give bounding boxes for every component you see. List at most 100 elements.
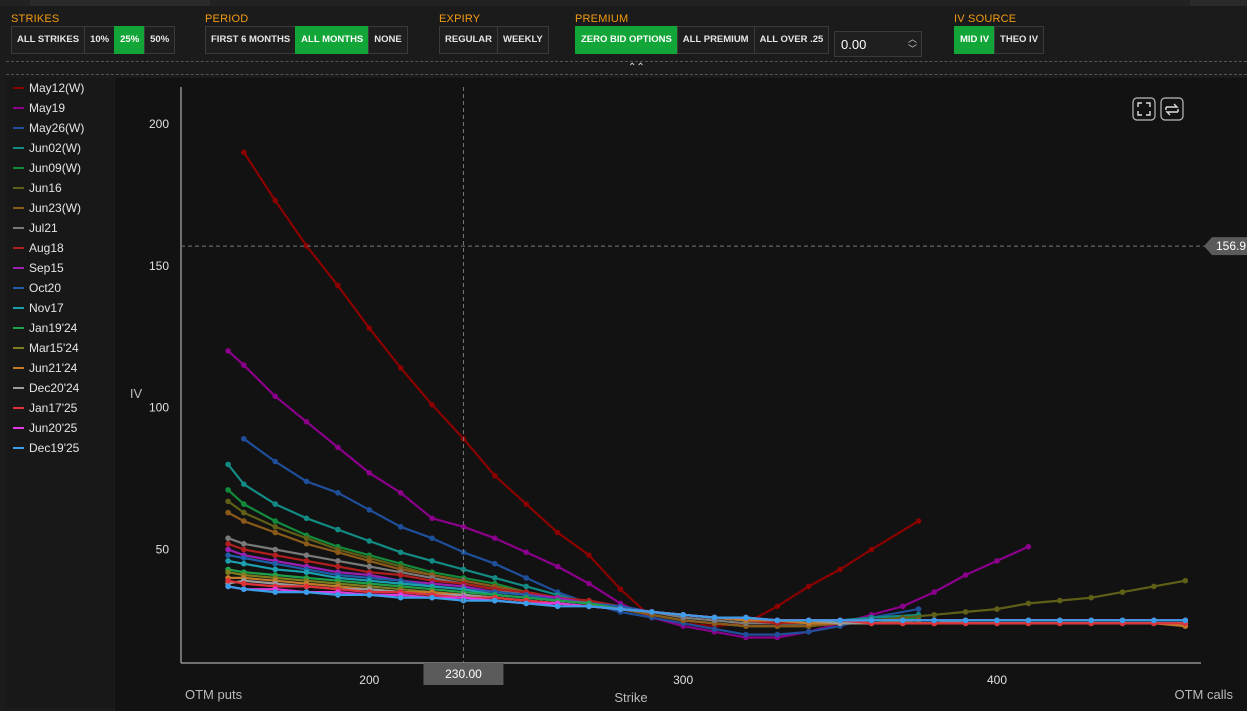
data-point[interactable] — [303, 558, 310, 564]
data-point[interactable] — [241, 580, 247, 587]
data-point[interactable] — [366, 325, 373, 331]
period-first6-button[interactable]: FIRST 6 MONTHS — [205, 26, 297, 54]
iv-source-mid-button[interactable]: MID IV — [954, 26, 996, 54]
data-point[interactable] — [303, 419, 310, 425]
data-point[interactable] — [523, 575, 529, 581]
series-line[interactable] — [227, 500, 1186, 628]
data-point[interactable] — [335, 563, 341, 570]
data-point[interactable] — [397, 524, 404, 530]
data-point[interactable] — [272, 529, 278, 536]
data-point[interactable] — [272, 501, 278, 507]
data-point[interactable] — [225, 535, 231, 541]
data-point[interactable] — [272, 458, 278, 465]
data-point[interactable] — [225, 583, 231, 590]
legend-item[interactable]: Jun02(W) — [13, 138, 81, 158]
data-point[interactable] — [586, 580, 592, 587]
data-point[interactable] — [366, 563, 373, 570]
data-point[interactable] — [272, 552, 278, 558]
legend-item[interactable]: Jun20'25 — [13, 418, 77, 438]
data-point[interactable] — [1119, 617, 1126, 624]
data-point[interactable] — [931, 589, 937, 595]
data-point[interactable] — [774, 631, 781, 638]
strikes-all-button[interactable]: ALL STRIKES — [11, 26, 86, 54]
data-point[interactable] — [523, 600, 529, 607]
data-point[interactable] — [272, 589, 278, 595]
data-point[interactable] — [272, 560, 278, 567]
data-point[interactable] — [868, 546, 875, 553]
expiry-weekly-button[interactable]: WEEKLY — [496, 26, 549, 54]
period-all-button[interactable]: ALL MONTHS — [295, 26, 370, 54]
data-point[interactable] — [586, 603, 592, 610]
data-point[interactable] — [225, 541, 231, 547]
data-point[interactable] — [225, 348, 231, 354]
data-point[interactable] — [335, 490, 341, 496]
series-line[interactable] — [227, 511, 919, 628]
data-point[interactable] — [303, 515, 310, 522]
data-point[interactable] — [962, 617, 969, 624]
data-point[interactable] — [225, 498, 231, 505]
legend-item[interactable]: Jun09(W) — [13, 158, 81, 178]
data-point[interactable] — [335, 592, 341, 598]
data-point[interactable] — [617, 586, 624, 592]
data-point[interactable] — [1151, 617, 1157, 624]
data-point[interactable] — [397, 572, 404, 578]
data-point[interactable] — [225, 487, 231, 493]
data-point[interactable] — [303, 569, 310, 575]
data-point[interactable] — [366, 592, 373, 598]
data-point[interactable] — [915, 606, 922, 612]
legend-item[interactable]: Mar15'24 — [13, 338, 79, 358]
chevron-down-icon[interactable]: ﹀ — [908, 44, 917, 54]
data-point[interactable] — [241, 546, 247, 553]
data-point[interactable] — [962, 609, 969, 615]
premium-over-025-button[interactable]: ALL OVER .25 — [753, 26, 830, 54]
data-point[interactable] — [1057, 617, 1063, 624]
data-point[interactable] — [492, 535, 498, 541]
data-point[interactable] — [1025, 543, 1032, 550]
data-point[interactable] — [429, 515, 435, 522]
data-point[interactable] — [931, 612, 937, 618]
premium-zero-bid-button[interactable]: ZERO BID OPTIONS — [575, 26, 678, 54]
data-point[interactable] — [900, 603, 906, 610]
data-point[interactable] — [225, 577, 231, 584]
data-point[interactable] — [335, 526, 341, 533]
data-point[interactable] — [1182, 617, 1189, 624]
legend-item[interactable]: Jan19'24 — [13, 318, 77, 338]
data-point[interactable] — [805, 617, 812, 624]
stepper-arrows[interactable]: ︿ ﹀ — [908, 32, 917, 54]
data-point[interactable] — [366, 470, 373, 476]
strikes-10-button[interactable]: 10% — [84, 26, 116, 54]
data-point[interactable] — [241, 586, 247, 592]
data-point[interactable] — [272, 546, 278, 553]
data-point[interactable] — [1151, 583, 1157, 590]
data-point[interactable] — [272, 566, 278, 573]
data-point[interactable] — [303, 478, 310, 485]
data-point[interactable] — [743, 614, 749, 621]
data-point[interactable] — [241, 509, 247, 516]
data-point[interactable] — [805, 583, 812, 590]
iv-source-theo-button[interactable]: THEO IV — [994, 26, 1045, 54]
legend-item[interactable]: Dec19'25 — [13, 438, 79, 458]
data-point[interactable] — [492, 560, 498, 567]
data-point[interactable] — [429, 558, 435, 564]
data-point[interactable] — [397, 594, 404, 601]
iv-skew-chart[interactable]: 50 100 150 200 200 300 400 IV Strike OTM puts OTM … — [115, 78, 1247, 711]
data-point[interactable] — [1057, 597, 1063, 604]
data-point[interactable] — [225, 558, 231, 564]
chevron-up-icon[interactable]: ︿ — [908, 34, 917, 44]
data-point[interactable] — [241, 501, 247, 507]
data-point[interactable] — [711, 626, 718, 632]
fullscreen-icon-glyph[interactable] — [1137, 102, 1151, 116]
expiry-regular-button[interactable]: REGULAR — [439, 26, 498, 54]
data-point[interactable] — [931, 617, 937, 624]
data-point[interactable] — [868, 617, 875, 624]
data-point[interactable] — [492, 472, 498, 479]
data-point[interactable] — [680, 612, 686, 618]
data-point[interactable] — [241, 560, 247, 567]
data-point[interactable] — [962, 572, 969, 578]
data-point[interactable] — [900, 617, 906, 624]
data-point[interactable] — [335, 549, 341, 556]
data-point[interactable] — [241, 481, 247, 488]
data-point[interactable] — [994, 606, 1000, 612]
data-point[interactable] — [1025, 600, 1032, 607]
period-none-button[interactable]: NONE — [368, 26, 408, 54]
